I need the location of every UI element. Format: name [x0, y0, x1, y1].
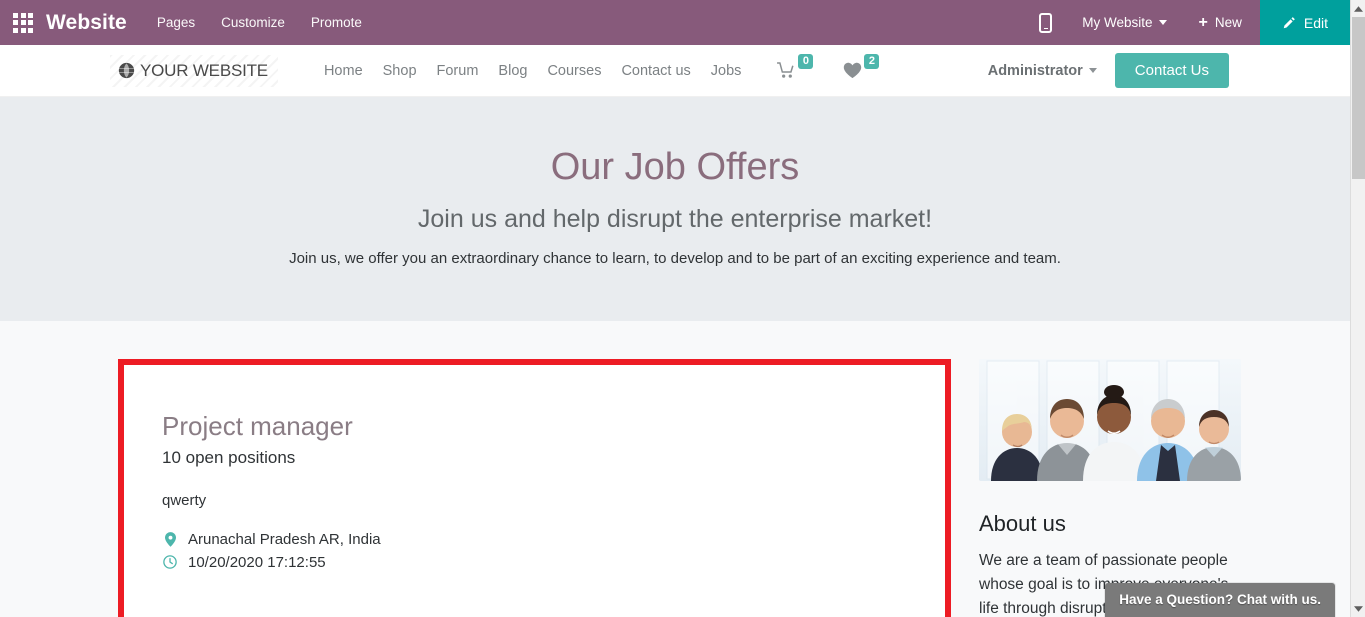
odoo-bar-right: My Website + New Edit [1023, 0, 1350, 45]
scrollbar-up-button[interactable] [1351, 0, 1365, 17]
job-location-row: Arunachal Pradesh AR, India [162, 531, 907, 548]
new-button-label: New [1214, 15, 1242, 30]
nav-link-forum[interactable]: Forum [437, 63, 479, 79]
nav-link-home[interactable]: Home [324, 63, 363, 79]
chat-widget-button[interactable]: Have a Question? Chat with us. [1105, 583, 1335, 617]
hero-description: Join us, we offer you an extraordinary c… [289, 249, 1061, 267]
chevron-down-icon [1088, 68, 1097, 73]
nav-link-contact-us[interactable]: Contact us [621, 63, 690, 79]
shopping-cart-icon [777, 62, 796, 79]
odoo-menu-customize[interactable]: Customize [221, 15, 285, 30]
job-title: Project manager [162, 410, 353, 441]
scrollbar-thumb[interactable] [1352, 17, 1365, 179]
contact-us-button[interactable]: Contact Us [1114, 53, 1229, 88]
nav-link-shop[interactable]: Shop [383, 63, 417, 79]
website-navbar: YOUR WEBSITE Home Shop Forum Blog Course… [0, 45, 1350, 97]
pencil-icon [1282, 16, 1296, 30]
site-logo[interactable]: YOUR WEBSITE [110, 54, 278, 87]
sidebar-column: About us We are a team of passionate peo… [979, 358, 1241, 617]
odoo-menu: Pages Customize Promote [157, 15, 362, 30]
website-nav-links: Home Shop Forum Blog Courses Contact us … [324, 63, 741, 79]
job-list-column: Project manager 10 open positions qwerty… [118, 358, 951, 617]
edit-button-label: Edit [1303, 14, 1328, 31]
odoo-menu-promote[interactable]: Promote [311, 15, 362, 30]
nav-icon-group: 0 2 [777, 54, 880, 79]
app-title: Website [46, 10, 127, 34]
nav-link-courses[interactable]: Courses [547, 63, 601, 79]
page-title: Our Job Offers [550, 146, 800, 188]
about-us-heading: About us [979, 510, 1066, 536]
website-selector[interactable]: My Website [1068, 15, 1180, 30]
apps-menu-button[interactable] [0, 0, 46, 45]
globe-icon [118, 62, 135, 79]
main-content: Project manager 10 open positions qwerty… [0, 321, 1350, 617]
apps-grid-icon [13, 12, 33, 33]
chevron-down-icon [1158, 20, 1167, 25]
mobile-preview-button[interactable] [1023, 12, 1068, 33]
chevron-up-icon [1353, 5, 1363, 12]
page-root: Website Pages Customize Promote My Websi… [0, 0, 1350, 617]
plus-icon: + [1198, 13, 1208, 31]
new-button[interactable]: + New [1181, 13, 1260, 31]
site-logo-text: YOUR WEBSITE [140, 60, 268, 80]
team-photo [979, 358, 1241, 481]
wishlist-badge: 2 [864, 54, 880, 70]
clock-icon [162, 555, 178, 569]
browser-viewport: Website Pages Customize Promote My Websi… [0, 0, 1365, 617]
vertical-scrollbar[interactable] [1350, 0, 1365, 617]
hero-subtitle: Join us and help disrupt the enterprise … [417, 204, 933, 233]
navbar-right: Administrator Contact Us [988, 53, 1350, 88]
cart-badge: 0 [798, 54, 814, 70]
job-description: qwerty [162, 491, 207, 509]
cart-button[interactable]: 0 [777, 54, 814, 79]
job-date-row: 10/20/2020 17:12:55 [162, 554, 907, 571]
mobile-phone-icon [1039, 12, 1053, 33]
nav-link-jobs[interactable]: Jobs [711, 63, 742, 79]
odoo-menu-pages[interactable]: Pages [157, 15, 195, 30]
wishlist-button[interactable]: 2 [843, 54, 880, 79]
website-selector-label: My Website [1082, 15, 1153, 30]
job-location: Arunachal Pradesh AR, India [188, 530, 381, 548]
user-menu[interactable]: Administrator [988, 63, 1097, 79]
map-pin-icon [162, 531, 178, 547]
odoo-top-bar: Website Pages Customize Promote My Websi… [0, 0, 1350, 45]
edit-button[interactable]: Edit [1259, 0, 1350, 45]
job-offer-card[interactable]: Project manager 10 open positions qwerty… [118, 358, 951, 617]
job-date: 10/20/2020 17:12:55 [188, 553, 326, 571]
scrollbar-down-button[interactable] [1351, 600, 1365, 617]
chevron-down-icon [1354, 605, 1363, 612]
user-menu-label: Administrator [987, 62, 1083, 79]
hero-section: Our Job Offers Join us and help disrupt … [0, 97, 1350, 321]
nav-link-blog[interactable]: Blog [498, 63, 527, 79]
job-open-positions: 10 open positions [162, 447, 296, 467]
heart-icon [843, 62, 862, 79]
